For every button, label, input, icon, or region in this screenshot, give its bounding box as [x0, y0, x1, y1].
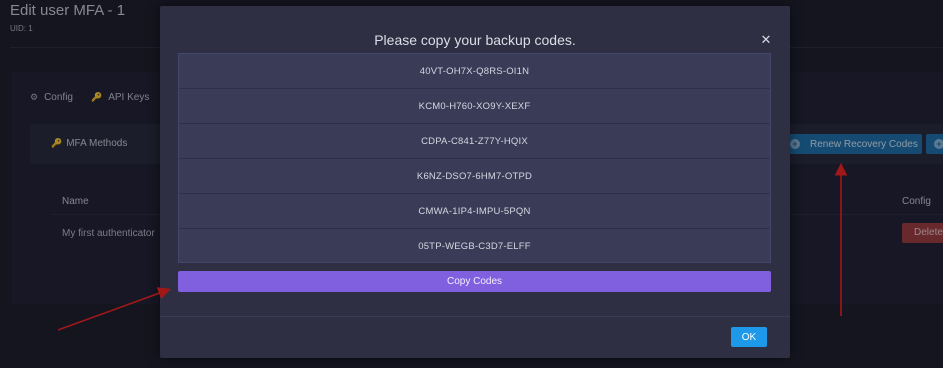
list-item: K6NZ-DSO7-6HM7-OTPD — [179, 159, 770, 194]
close-icon[interactable]: ✕ — [760, 33, 772, 46]
list-item: 05TP-WEGB-C3D7-ELFF — [418, 241, 531, 252]
modal-footer-divider — [160, 316, 790, 317]
list-item: 40VT-OH7X-Q8RS-OI1N — [179, 54, 770, 89]
ok-button[interactable]: OK — [731, 327, 767, 347]
backup-codes-modal: Please copy your backup codes. ✕ 40VT-OH… — [160, 6, 790, 358]
modal-title: Please copy your backup codes. — [374, 32, 576, 48]
backup-codes-list: 40VT-OH7X-Q8RS-OI1N KCM0-H760-XO9Y-XEXF … — [178, 53, 771, 263]
list-item: CMWA-1IP4-IMPU-5PQN — [179, 194, 770, 229]
list-item: KCM0-H760-XO9Y-XEXF — [179, 89, 770, 124]
copy-codes-button[interactable]: Copy Codes — [178, 271, 771, 292]
list-item: CDPA-C841-Z77Y-HQIX — [179, 124, 770, 159]
